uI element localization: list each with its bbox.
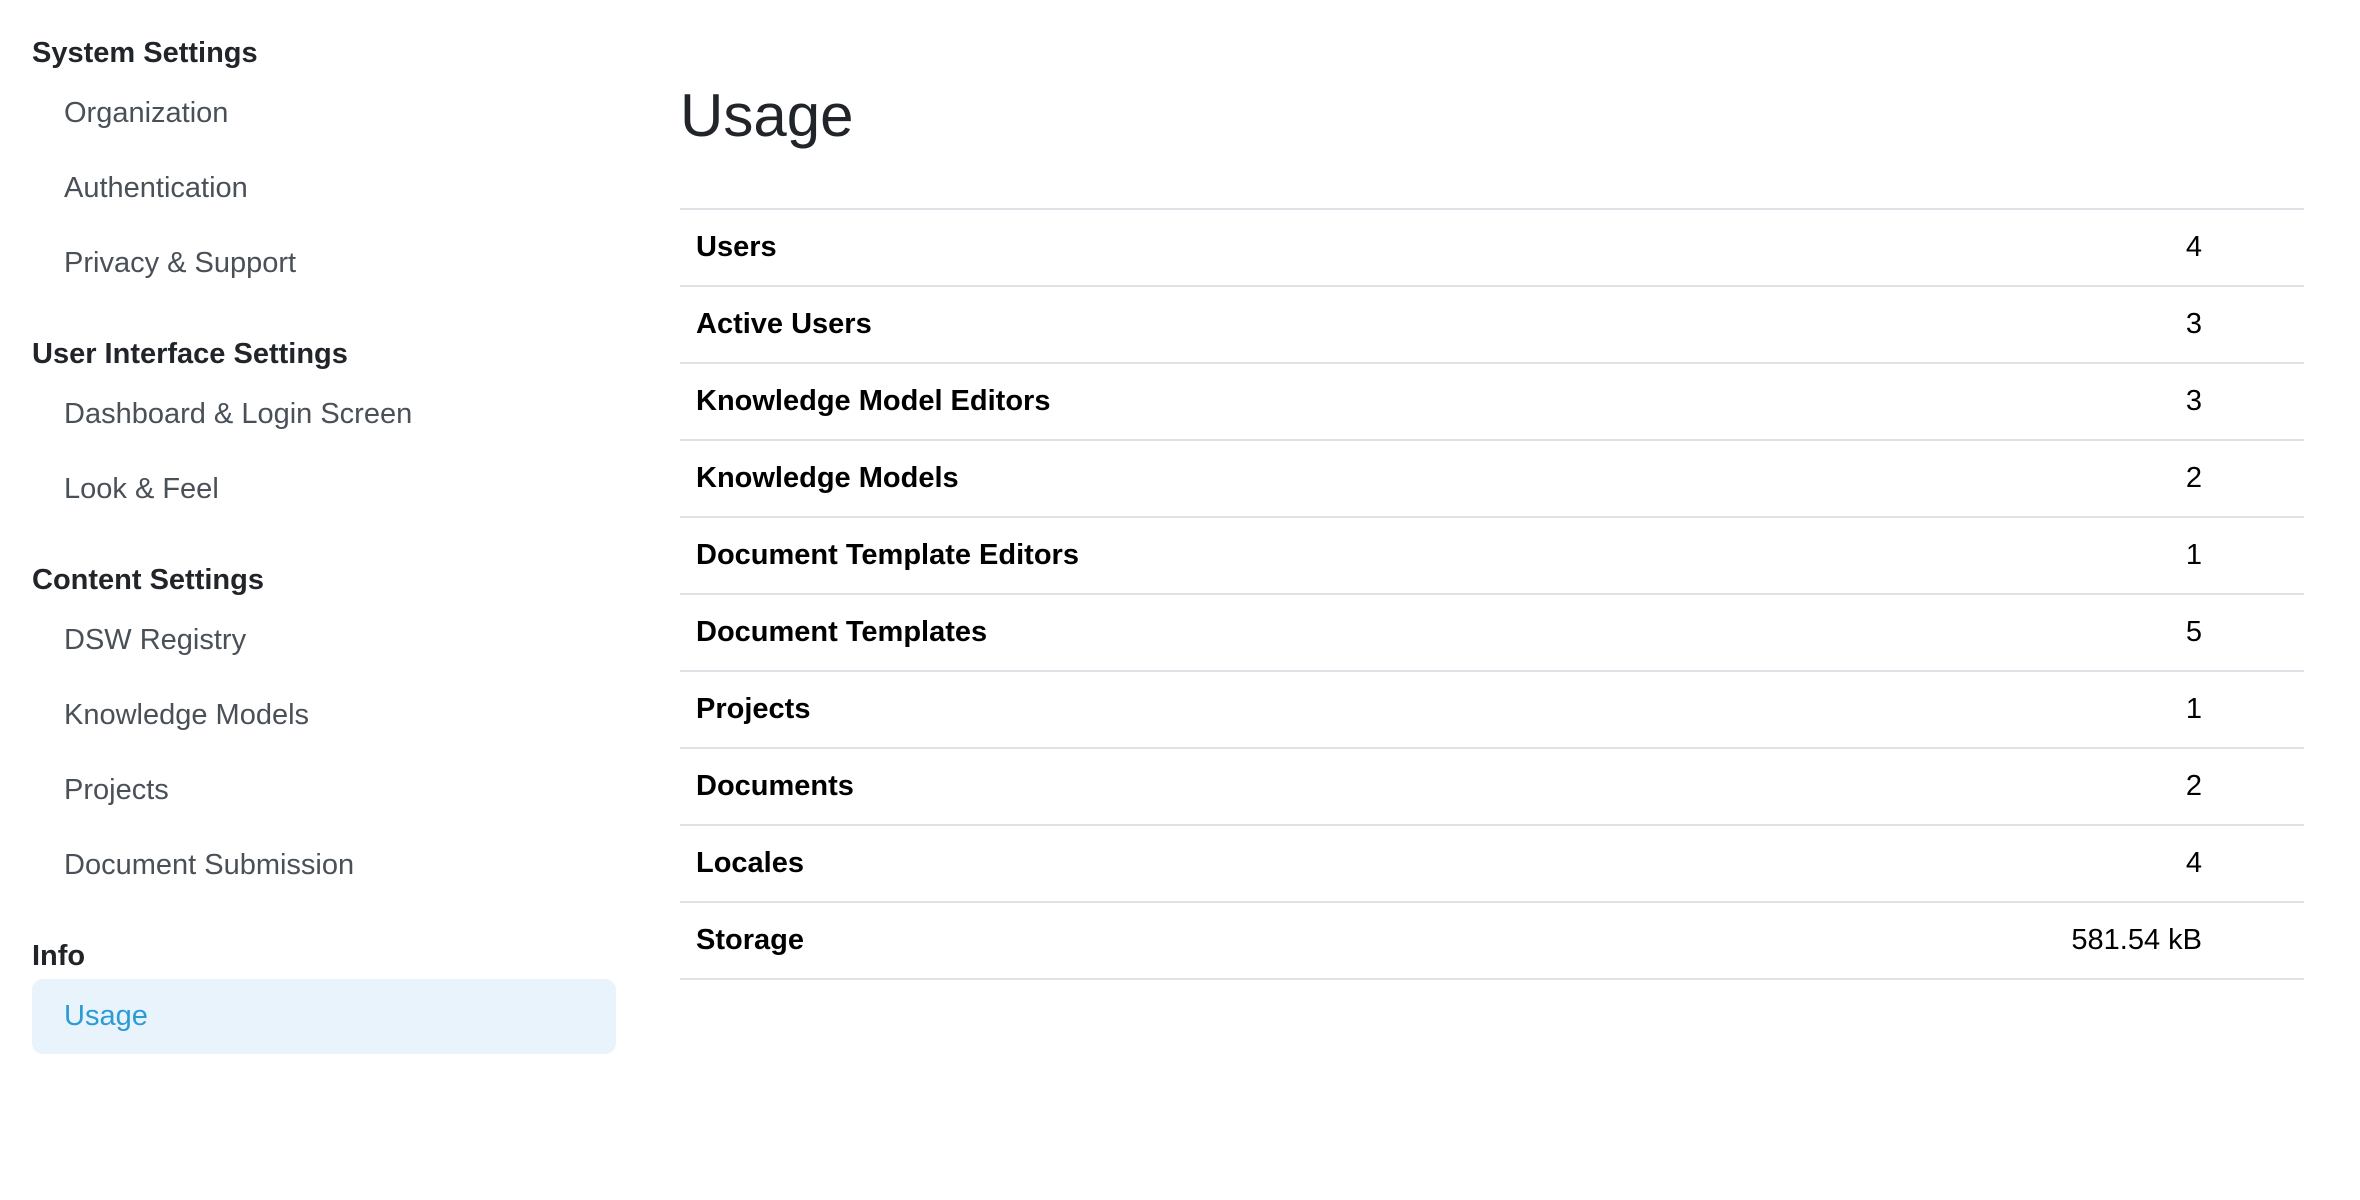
- usage-value: 3: [2185, 385, 2202, 417]
- usage-value: 4: [2185, 847, 2202, 879]
- usage-value: 2: [2185, 770, 2202, 802]
- table-row: Active Users 3: [680, 286, 2304, 363]
- sidebar-section-content: Content Settings DSW Registry Knowledge …: [32, 557, 616, 903]
- usage-label: Documents: [696, 770, 854, 802]
- sidebar-section-system: System Settings Organization Authenticat…: [32, 30, 616, 301]
- usage-label: Users: [696, 231, 777, 263]
- table-row: Projects 1: [680, 671, 2304, 748]
- usage-label: Locales: [696, 847, 804, 879]
- sidebar-item-authentication[interactable]: Authentication: [32, 151, 616, 226]
- table-row: Knowledge Models 2: [680, 440, 2304, 517]
- sidebar-item-dashboard-login[interactable]: Dashboard & Login Screen: [32, 377, 616, 452]
- sidebar-item-look-feel[interactable]: Look & Feel: [32, 452, 616, 527]
- table-row: Users 4: [680, 209, 2304, 286]
- sidebar-item-usage[interactable]: Usage: [32, 979, 616, 1054]
- usage-table: Users 4 Active Users 3 Knowledge Model E…: [680, 208, 2304, 980]
- table-row: Storage 581.54 kB: [680, 902, 2304, 979]
- sidebar-item-knowledge-models[interactable]: Knowledge Models: [32, 678, 616, 753]
- usage-label: Knowledge Model Editors: [696, 385, 1051, 417]
- usage-label: Document Templates: [696, 616, 988, 648]
- usage-value: 5: [2185, 616, 2202, 648]
- page-title: Usage: [680, 82, 854, 149]
- sidebar-section-title: Content Settings: [32, 564, 264, 596]
- usage-value: 4: [2185, 231, 2202, 263]
- settings-sidebar: System Settings Organization Authenticat…: [32, 30, 616, 1054]
- sidebar-section-title: Info: [32, 940, 86, 972]
- usage-label: Knowledge Models: [696, 462, 959, 494]
- sidebar-section-title: System Settings: [32, 37, 258, 69]
- sidebar-item-document-submission[interactable]: Document Submission: [32, 828, 616, 903]
- usage-value: 3: [2185, 308, 2202, 340]
- table-row: Document Template Editors 1: [680, 517, 2304, 594]
- usage-label: Active Users: [696, 308, 872, 340]
- usage-label: Projects: [696, 693, 811, 725]
- sidebar-item-dsw-registry[interactable]: DSW Registry: [32, 603, 616, 678]
- sidebar-item-privacy-support[interactable]: Privacy & Support: [32, 226, 616, 301]
- sidebar-section-title: User Interface Settings: [32, 338, 348, 370]
- usage-value: 1: [2185, 539, 2202, 571]
- usage-value: 581.54 kB: [2071, 924, 2202, 956]
- settings-page: System Settings Organization Authenticat…: [0, 0, 2360, 1200]
- sidebar-item-projects[interactable]: Projects: [32, 753, 616, 828]
- table-row: Knowledge Model Editors 3: [680, 363, 2304, 440]
- usage-label: Document Template Editors: [696, 539, 1079, 571]
- table-row: Locales 4: [680, 825, 2304, 902]
- sidebar-section-user-interface: User Interface Settings Dashboard & Logi…: [32, 331, 616, 527]
- table-row: Documents 2: [680, 748, 2304, 825]
- usage-value: 2: [2185, 462, 2202, 494]
- table-row: Document Templates 5: [680, 594, 2304, 671]
- usage-value: 1: [2185, 693, 2202, 725]
- sidebar-section-info: Info Usage: [32, 933, 616, 1054]
- sidebar-item-organization[interactable]: Organization: [32, 76, 616, 151]
- usage-label: Storage: [696, 924, 804, 956]
